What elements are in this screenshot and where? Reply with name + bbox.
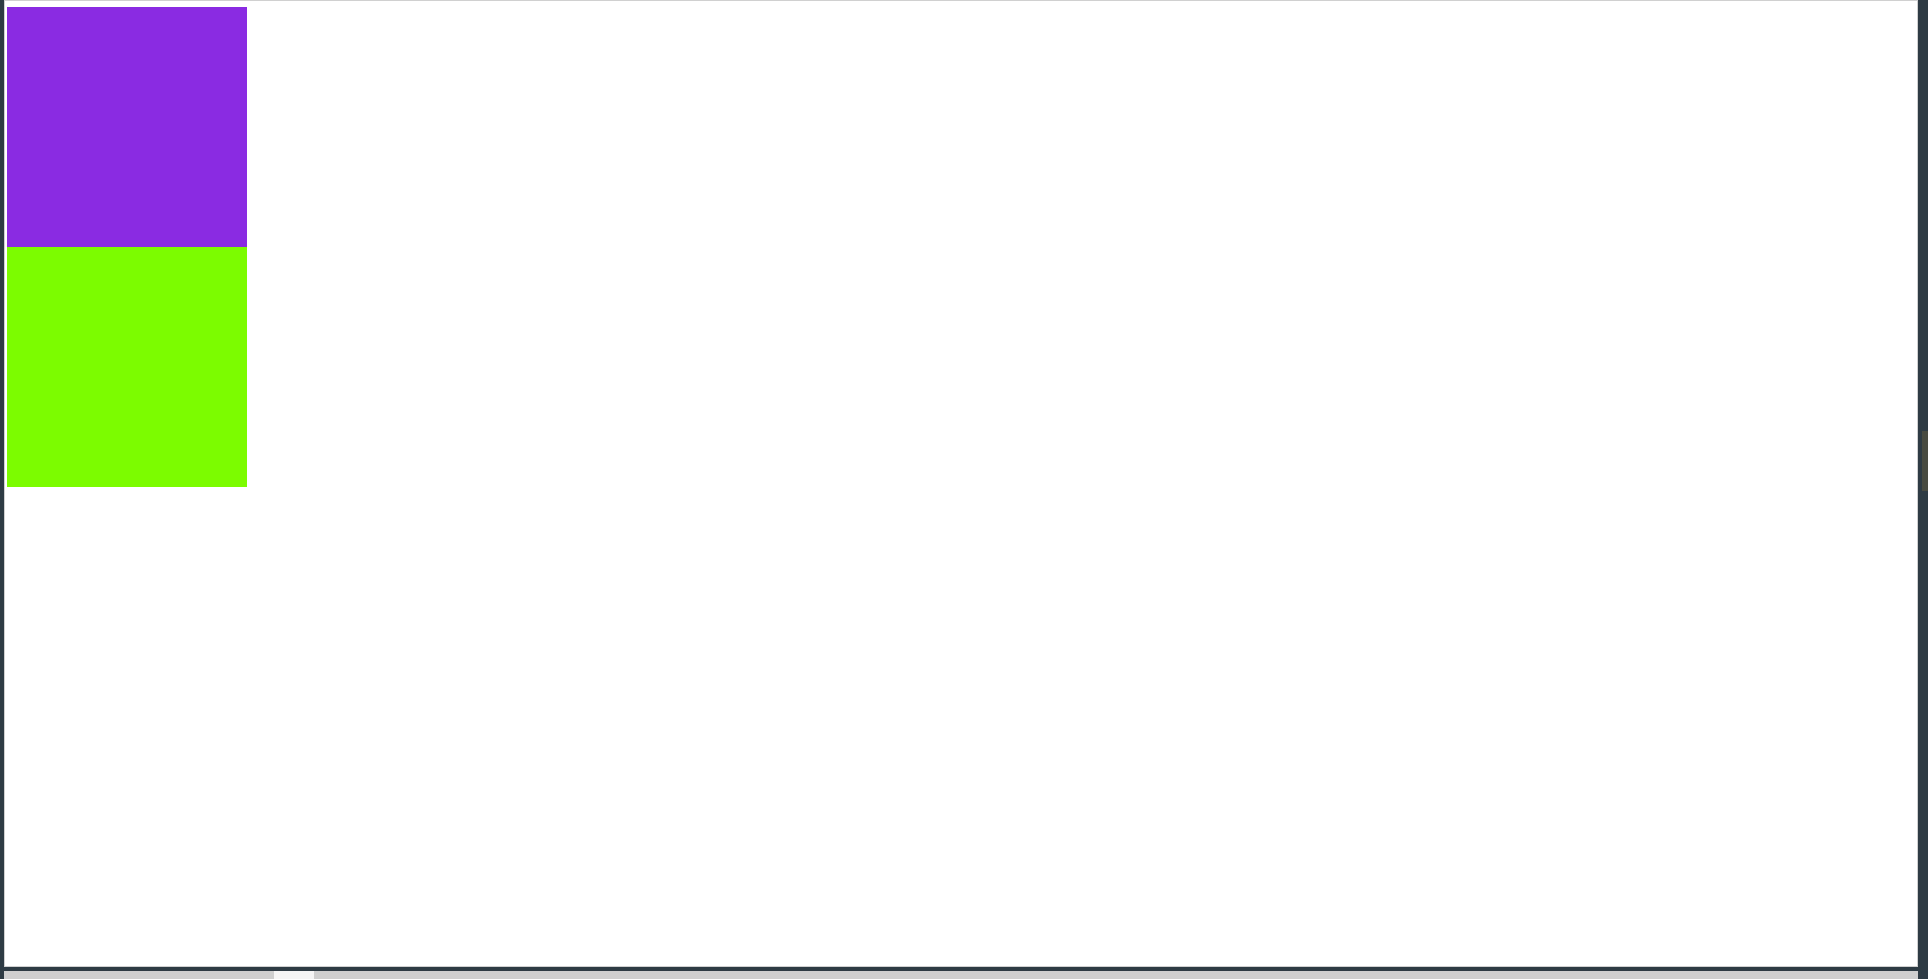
- scrollbar-thumb-right[interactable]: [314, 971, 1918, 979]
- content-stack: [7, 7, 247, 487]
- scrollbar-gap: [274, 971, 314, 979]
- green-block: [7, 247, 247, 487]
- scrollbar-thumb-left[interactable]: [4, 971, 274, 979]
- purple-block: [7, 7, 247, 247]
- page-viewport: [4, 0, 1918, 967]
- desktop-edge-highlight: [1922, 431, 1928, 491]
- desktop-right-edge: [1918, 0, 1928, 979]
- horizontal-scrollbar[interactable]: [4, 971, 1918, 979]
